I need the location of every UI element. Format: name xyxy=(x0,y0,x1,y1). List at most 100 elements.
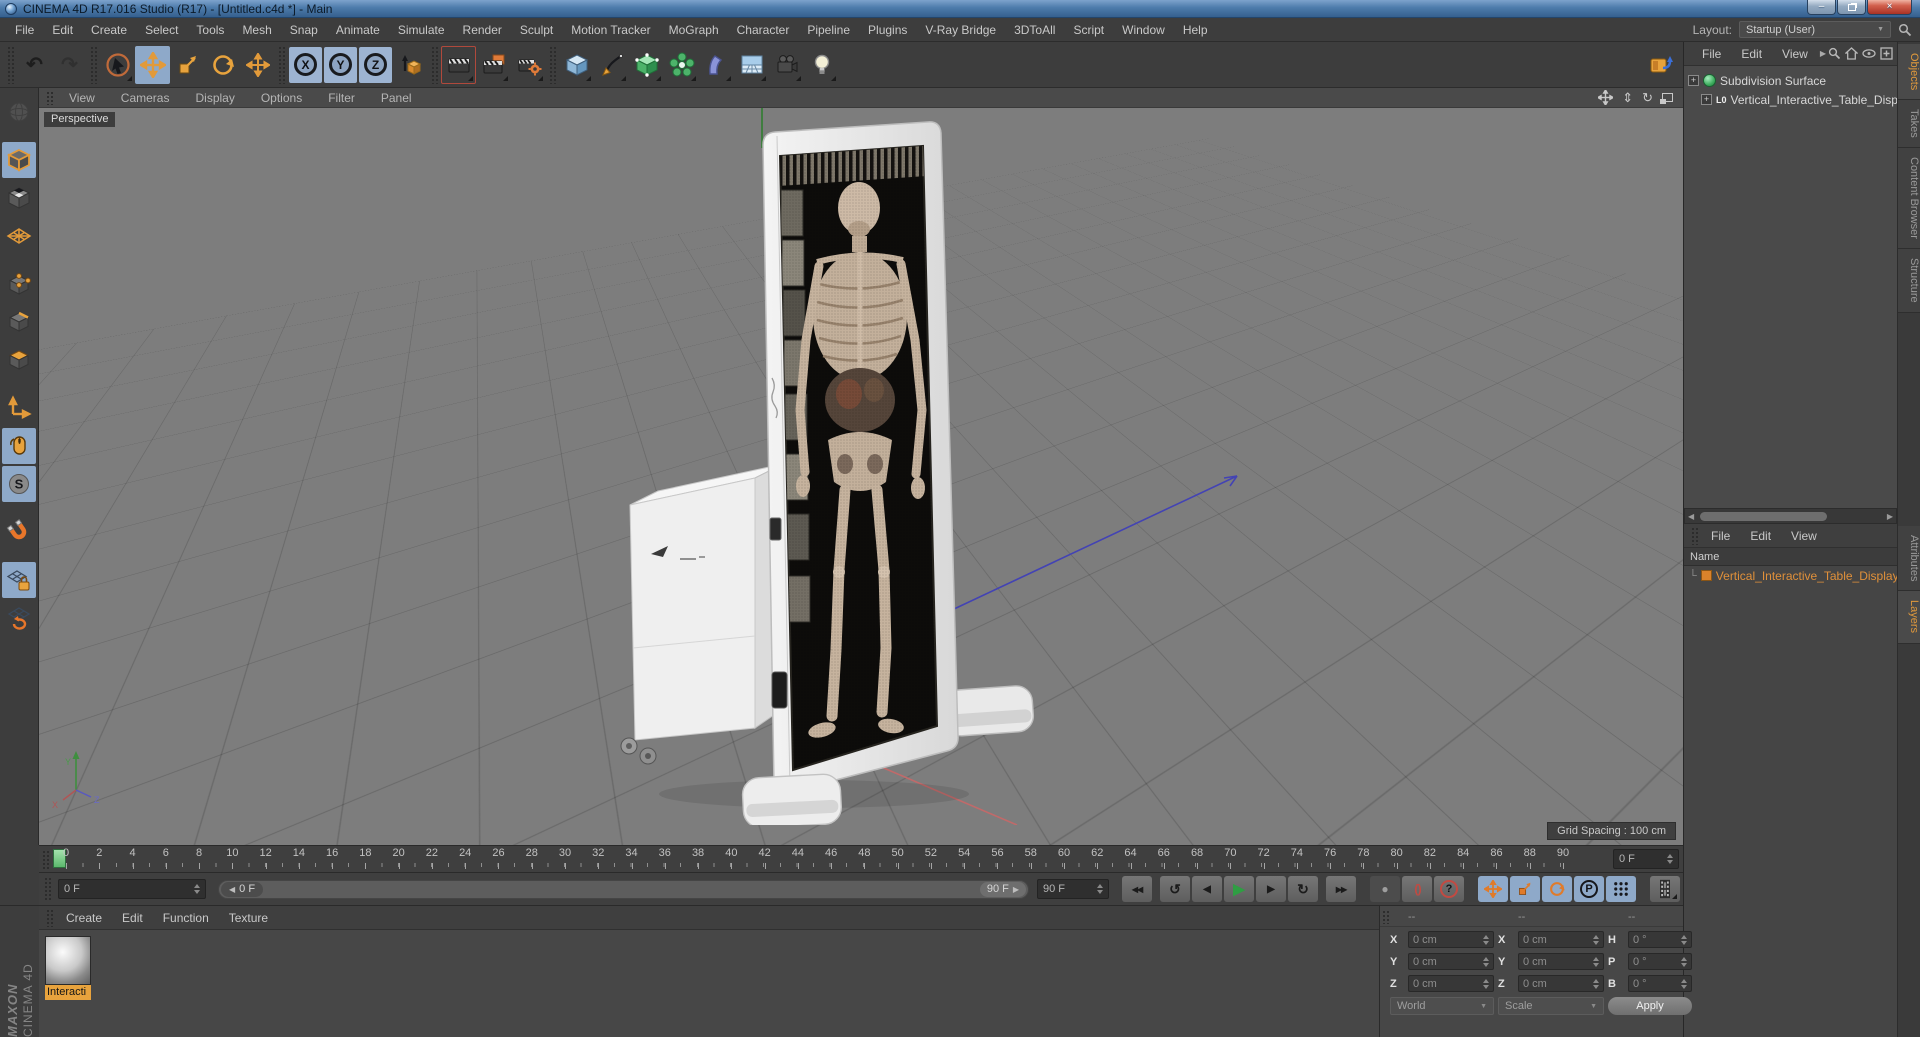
array-generator-button[interactable] xyxy=(664,46,699,84)
current-frame-field[interactable]: 0 F xyxy=(58,879,206,899)
make-editable-button[interactable] xyxy=(2,94,36,130)
add-layer-icon[interactable] xyxy=(1880,47,1893,60)
close-button[interactable]: × xyxy=(1867,0,1912,15)
viewport-menu-options[interactable]: Options xyxy=(248,91,315,105)
viewport-grip[interactable] xyxy=(45,90,54,105)
menu-pipeline[interactable]: Pipeline xyxy=(798,23,859,37)
lm-menu-file[interactable]: File xyxy=(1701,529,1740,543)
spinner-icon[interactable] xyxy=(1667,854,1673,864)
end-frame-field[interactable]: 90 F xyxy=(1037,879,1109,899)
go-to-start-button[interactable]: ◀◀ xyxy=(1122,876,1152,902)
polygons-mode-button[interactable] xyxy=(2,342,36,378)
lm-menu-view[interactable]: View xyxy=(1781,529,1827,543)
toolbar-grip[interactable] xyxy=(89,45,98,84)
viewport-menu-view[interactable]: View xyxy=(56,91,108,105)
edit-render-settings-button[interactable] xyxy=(511,46,546,84)
tweak-mode-button[interactable] xyxy=(2,428,36,464)
light-button[interactable] xyxy=(804,46,839,84)
render-view-button[interactable] xyxy=(441,46,476,84)
add-cube-button[interactable] xyxy=(559,46,594,84)
render-picture-viewer-button[interactable] xyxy=(476,46,511,84)
spinner-icon[interactable] xyxy=(194,884,200,894)
coordinate-system-button[interactable] xyxy=(393,46,428,84)
tab-objects[interactable]: Objects xyxy=(1898,44,1920,101)
range-end-handle[interactable]: 90 F ▶ xyxy=(979,881,1026,897)
spinner-icon[interactable] xyxy=(1483,956,1489,967)
spinner-icon[interactable] xyxy=(1593,934,1599,945)
search-icon[interactable] xyxy=(1898,23,1912,37)
viewport-menu-display[interactable]: Display xyxy=(182,91,247,105)
position-x-field[interactable]: 0 cm xyxy=(1408,931,1494,948)
display-front-foot[interactable] xyxy=(741,773,843,825)
tree-item-vertical-interactive-table-display[interactable]: + L0 Vertical_Interactive_Table_Display xyxy=(1684,90,1897,109)
camera-button[interactable] xyxy=(769,46,804,84)
mm-menu-function[interactable]: Function xyxy=(153,911,219,925)
spinner-icon[interactable] xyxy=(1681,934,1687,945)
live-selection-button[interactable] xyxy=(100,46,135,84)
go-to-previous-key-button[interactable]: ↺ xyxy=(1160,876,1190,902)
scroll-right-icon[interactable]: ▶ xyxy=(1887,512,1893,521)
rotation-h-field[interactable]: 0 ° xyxy=(1628,931,1692,948)
menu-more-icon[interactable]: ▶ xyxy=(1818,49,1828,58)
tab-content-browser[interactable]: Content Browser xyxy=(1898,148,1920,249)
scale-tool-button[interactable] xyxy=(170,46,205,84)
lm-menu-edit[interactable]: Edit xyxy=(1740,529,1781,543)
menu-motion-tracker[interactable]: Motion Tracker xyxy=(562,23,659,37)
spinner-icon[interactable] xyxy=(1593,956,1599,967)
tab-structure[interactable]: Structure xyxy=(1898,248,1920,313)
menu-sculpt[interactable]: Sculpt xyxy=(511,23,562,37)
lock-x-axis-button[interactable]: X xyxy=(289,46,322,83)
menu-character[interactable]: Character xyxy=(728,23,799,37)
customize-interface-button[interactable] xyxy=(1644,46,1679,84)
points-mode-button[interactable] xyxy=(2,266,36,302)
menu-v-ray-bridge[interactable]: V-Ray Bridge xyxy=(916,23,1005,37)
transport-grip[interactable] xyxy=(43,876,52,902)
viewport-menu-filter[interactable]: Filter xyxy=(315,91,368,105)
expand-icon[interactable]: + xyxy=(1701,94,1712,105)
key-rotation-button[interactable] xyxy=(1542,876,1572,902)
frame-range-slider[interactable]: ◀ 0 F 90 F ▶ xyxy=(218,879,1029,899)
go-to-next-frame-button[interactable]: ▶ xyxy=(1256,876,1286,902)
panel-grip[interactable] xyxy=(1382,910,1391,924)
scale-y-field[interactable]: 0 cm xyxy=(1518,953,1604,970)
position-z-field[interactable]: 0 cm xyxy=(1408,975,1494,992)
home-icon[interactable] xyxy=(1844,47,1858,60)
go-to-next-key-button[interactable]: ↻ xyxy=(1288,876,1318,902)
toolbar-grip[interactable] xyxy=(277,45,286,84)
edges-mode-button[interactable] xyxy=(2,304,36,340)
bend-deformer-button[interactable] xyxy=(699,46,734,84)
record-keyframes-button[interactable]: ● xyxy=(1370,876,1400,902)
scroll-left-icon[interactable]: ◀ xyxy=(1688,512,1694,521)
spinner-icon[interactable] xyxy=(1483,934,1489,945)
texture-mode-button[interactable] xyxy=(2,180,36,216)
spinner-icon[interactable] xyxy=(1483,978,1489,989)
3d-model-vertical-display[interactable] xyxy=(762,121,959,795)
menu-script[interactable]: Script xyxy=(1064,23,1113,37)
filter-eye-icon[interactable] xyxy=(1862,48,1876,59)
spinner-icon[interactable] xyxy=(1097,884,1103,894)
enable-axis-button[interactable] xyxy=(2,390,36,426)
freehand-spline-button[interactable] xyxy=(594,46,629,84)
rotation-b-field[interactable]: 0 ° xyxy=(1628,975,1692,992)
layer-color-swatch[interactable] xyxy=(1700,570,1712,581)
rotate-view-icon[interactable]: ↻ xyxy=(1642,90,1653,106)
lock-workplane-button[interactable] xyxy=(2,562,36,598)
toolbar-grip[interactable] xyxy=(430,45,439,84)
mm-menu-create[interactable]: Create xyxy=(56,911,112,925)
key-parameter-button[interactable]: P xyxy=(1574,876,1604,902)
panel-grip[interactable] xyxy=(1690,526,1699,545)
minimize-button[interactable]: – xyxy=(1807,0,1836,15)
spinner-icon[interactable] xyxy=(1593,978,1599,989)
tree-item-subdivision-surface[interactable]: + Subdivision Surface xyxy=(1684,71,1897,90)
transform-mode-dropdown[interactable]: Scale ▼ xyxy=(1498,997,1604,1015)
scale-z-field[interactable]: 0 cm xyxy=(1518,975,1604,992)
timeline-side-frame-field[interactable]: 0 F xyxy=(1613,849,1679,869)
go-to-previous-frame-button[interactable]: ◀ xyxy=(1192,876,1222,902)
menu-animate[interactable]: Animate xyxy=(327,23,389,37)
tab-attributes[interactable]: Attributes xyxy=(1898,526,1920,592)
menu-snap[interactable]: Snap xyxy=(281,23,327,37)
material-item[interactable]: Interacti xyxy=(45,936,91,1000)
position-y-field[interactable]: 0 cm xyxy=(1408,953,1494,970)
layout-dropdown[interactable]: Startup (User) ▼ xyxy=(1739,21,1891,38)
om-menu-file[interactable]: File xyxy=(1692,47,1731,61)
